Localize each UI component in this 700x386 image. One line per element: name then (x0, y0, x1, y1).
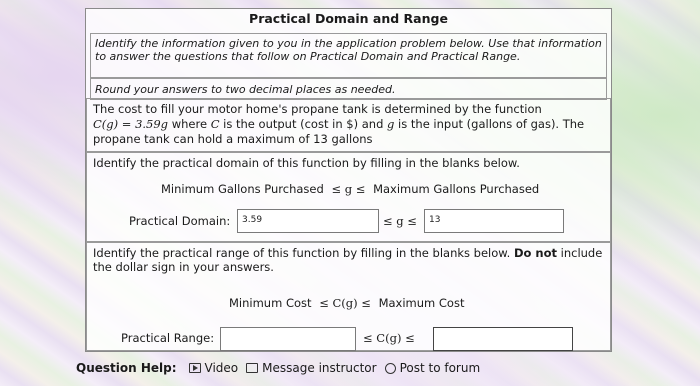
problem-line-2: C(g) = 3.59g where C is the output (cost… (93, 117, 604, 132)
post-to-forum-label: Post to forum (399, 361, 481, 375)
domain-template-mid: ≤ g ≤ (331, 182, 366, 196)
domain-question: Identify the practical domain of this fu… (86, 152, 611, 242)
problem-line-1: The cost to fill your motor home's propa… (93, 102, 542, 116)
domain-between: ≤ g ≤ (383, 214, 417, 228)
range-min-input[interactable] (220, 327, 356, 351)
range-between: ≤ C(g) ≤ (363, 331, 415, 345)
problem-text: where (168, 117, 211, 131)
domain-max-input[interactable]: 13 (424, 209, 564, 233)
range-prompt-text: Identify the practical range of this fun… (93, 246, 514, 260)
domain-min-input[interactable]: 3.59 (237, 209, 379, 233)
video-icon (188, 363, 201, 373)
page-title: Practical Domain and Range (249, 11, 448, 26)
message-instructor-link[interactable]: Message instructor (246, 361, 377, 375)
domain-label: Practical Domain: (129, 214, 231, 228)
range-prompt: Identify the practical range of this fun… (93, 246, 604, 274)
domain-template: Minimum Gallons Purchased ≤ g ≤ Maximum … (161, 182, 539, 196)
mail-icon (246, 363, 259, 373)
cost-formula: C(g) = 3.59g (93, 117, 169, 131)
domain-template-left: Minimum Gallons Purchased (161, 182, 324, 196)
question-help-label: Question Help: (76, 361, 177, 375)
range-template: Minimum Cost ≤ C(g) ≤ Maximum Cost (229, 296, 464, 310)
rounding-note: Round your answers to two decimal places… (90, 78, 607, 100)
question-help-bar: Question Help: Video Message instructor … (76, 361, 480, 375)
range-prompt-bold: Do not (513, 246, 557, 260)
problem-text: is the output (cost in $) and (219, 117, 388, 131)
domain-template-right: Maximum Gallons Purchased (373, 182, 540, 196)
range-label: Practical Range: (121, 331, 215, 345)
post-to-forum-link[interactable]: Post to forum (384, 361, 481, 375)
video-link-label: Video (204, 361, 239, 375)
range-template-mid: ≤ C(g) ≤ (319, 296, 371, 310)
problem-statement: The cost to fill your motor home's propa… (86, 98, 611, 152)
video-link[interactable]: Video (188, 361, 239, 375)
range-template-left: Minimum Cost (229, 296, 312, 310)
domain-prompt: Identify the practical domain of this fu… (93, 156, 520, 170)
range-max-input[interactable] (433, 327, 573, 351)
question-panel: Practical Domain and Range Identify the … (85, 8, 612, 352)
instructions: Identify the information given to you in… (90, 33, 607, 78)
problem-text: is the input (gallons of gas). The (394, 117, 585, 131)
message-instructor-label: Message instructor (262, 361, 377, 375)
range-question: Identify the practical range of this fun… (86, 242, 611, 351)
range-template-right: Maximum Cost (378, 296, 465, 310)
forum-bubble-icon (384, 362, 396, 374)
problem-line-3: propane tank can hold a maximum of 13 ga… (93, 132, 373, 146)
var-c: C (210, 117, 220, 131)
